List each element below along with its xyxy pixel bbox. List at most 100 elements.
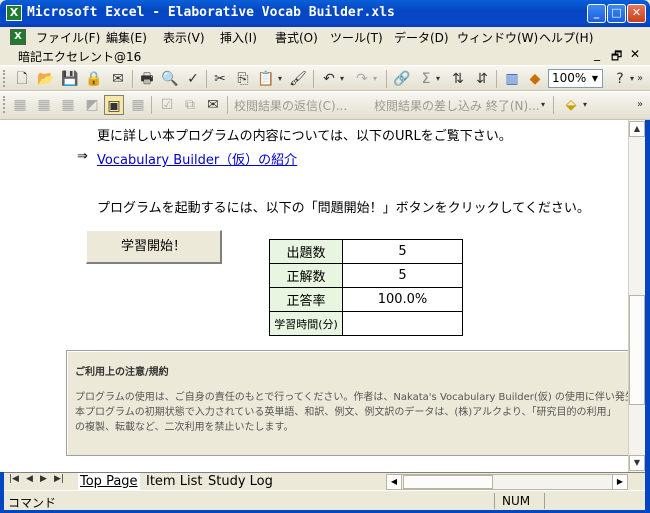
horizontal-scrollbar[interactable]: ◀ ▶ — [386, 474, 628, 490]
print-preview-icon[interactable]: 🔍 — [160, 69, 180, 89]
first-sheet-icon[interactable]: |◀ — [9, 474, 19, 484]
table-row: 正答率 100.0% — [269, 287, 463, 312]
highlight-icon[interactable]: ⬙ — [561, 95, 581, 115]
toolbar-separator — [227, 96, 228, 114]
delete-comment-icon[interactable]: ▦ — [128, 95, 148, 115]
last-sheet-icon[interactable]: ▶| — [54, 474, 64, 484]
scroll-left-icon[interactable]: ◀ — [387, 475, 402, 489]
chevron-down-icon[interactable]: ▼ — [589, 71, 601, 86]
scroll-down-icon[interactable]: ▼ — [629, 455, 645, 471]
copy-icon[interactable]: ⎘ — [233, 69, 253, 89]
menu-data[interactable]: データ(D) — [394, 29, 449, 46]
reviewing-toolbar: ▦ ▦ ▦ ◩ ▣ ▦ ☑ ⧉ ✉ 校閲結果の返信(C)... 校閲結果の差し込… — [0, 91, 650, 120]
intro-link[interactable]: Vocabulary Builder（仮）の紹介 — [97, 149, 297, 168]
menu-format[interactable]: 書式(O) — [275, 29, 318, 46]
scroll-thumb[interactable] — [629, 295, 645, 405]
print-icon[interactable]: 🖶 — [137, 69, 157, 89]
cut-icon[interactable]: ✂ — [210, 69, 230, 89]
previous-comment-icon[interactable]: ▦ — [34, 95, 54, 115]
questions-label: 出題数 — [269, 239, 343, 264]
track-changes-icon[interactable]: ☑ — [157, 95, 177, 115]
correct-label: 正解数 — [269, 263, 343, 288]
paste-icon[interactable]: 📋 — [256, 69, 276, 89]
menu-tools[interactable]: ツール(T) — [330, 29, 383, 46]
spelling-icon[interactable]: ✓ — [183, 69, 203, 89]
zoom-select[interactable]: 100% ▼ — [548, 69, 603, 88]
start-study-button[interactable]: 学習開始！ — [86, 230, 222, 264]
chart-wizard-icon[interactable]: ▥ — [502, 69, 522, 89]
excel-icon[interactable]: X — [6, 5, 22, 21]
workbook-icon[interactable]: X — [10, 29, 26, 45]
toolbar-options-icon[interactable]: » — [634, 95, 646, 115]
format-painter-icon[interactable]: 🖌 — [288, 69, 308, 89]
highlight-dropdown-icon[interactable]: ▾ — [580, 95, 590, 115]
new-document-icon[interactable]: 🗋 — [12, 69, 32, 89]
menu-insert[interactable]: 挿入(I) — [220, 29, 257, 46]
redo-dropdown-icon[interactable]: ▾ — [370, 69, 380, 89]
scroll-up-icon[interactable]: ▲ — [629, 121, 645, 137]
end-review-button[interactable]: 校閲結果の差し込み 終了(N)... — [374, 97, 540, 114]
toolbar-separator — [386, 70, 387, 88]
update-file-icon[interactable]: ⧉ — [180, 95, 200, 115]
title-bar: X Microsoft Excel - Elaborative Vocab Bu… — [0, 0, 650, 27]
maximize-button[interactable]: □ — [607, 4, 626, 23]
undo-dropdown-icon[interactable]: ▾ — [337, 69, 347, 89]
toolbar-options-icon[interactable]: » — [634, 69, 646, 89]
doc-minimize-button[interactable]: _ — [594, 47, 600, 61]
study-time-value[interactable] — [342, 311, 463, 336]
open-folder-icon[interactable]: 📂 — [36, 69, 56, 89]
menu-file[interactable]: ファイル(F) — [36, 29, 100, 46]
undo-icon[interactable]: ↶ — [319, 69, 339, 89]
status-separator — [544, 493, 545, 509]
status-mode: コマンド — [8, 496, 57, 510]
previous-sheet-icon[interactable]: ◀ — [26, 474, 33, 484]
show-all-comments-icon[interactable]: ▣ — [104, 95, 124, 115]
toolbar-grip[interactable] — [3, 70, 6, 87]
accuracy-value[interactable]: 100.0% — [342, 287, 463, 312]
horizontal-scroll-thumb[interactable] — [403, 475, 493, 489]
scroll-right-icon[interactable]: ▶ — [612, 475, 627, 489]
sort-ascending-icon[interactable]: ⇅ — [448, 69, 468, 89]
zoom-value: 100% — [552, 71, 587, 85]
table-row: 正解数 5 — [269, 263, 463, 288]
vertical-scrollbar[interactable]: ▲ ▼ — [628, 120, 645, 472]
correct-value[interactable]: 5 — [342, 263, 463, 288]
close-button[interactable]: ✕ — [627, 4, 646, 23]
redo-icon[interactable]: ↷ — [352, 69, 372, 89]
show-comment-icon[interactable]: ◩ — [82, 95, 102, 115]
drawing-icon[interactable]: ◆ — [525, 69, 545, 89]
email-icon[interactable]: ✉ — [108, 69, 128, 89]
sort-descending-icon[interactable]: ⇵ — [472, 69, 492, 89]
notice-line: 本プログラムの初期状態で入力されている英単語、和訳、例文、例文訳のデータは、(株… — [75, 407, 617, 418]
tab-item-list[interactable]: Item List — [144, 473, 204, 490]
menu-edit[interactable]: 編集(E) — [106, 29, 147, 46]
next-sheet-icon[interactable]: ▶ — [40, 474, 47, 484]
reply-with-changes-button[interactable]: 校閲結果の返信(C)... — [234, 97, 347, 114]
menu-window[interactable]: ウィンドウ(W) — [457, 29, 538, 46]
accuracy-label: 正答率 — [269, 287, 343, 312]
next-comment-icon[interactable]: ▦ — [58, 95, 78, 115]
tab-study-log[interactable]: Study Log — [206, 473, 275, 490]
arrow-icon: ⇒ — [77, 149, 88, 164]
tab-top-page[interactable]: Top Page — [78, 473, 140, 490]
hyperlink-icon[interactable]: 🔗 — [392, 69, 412, 89]
toolbar-grip[interactable] — [3, 96, 6, 113]
permission-icon[interactable]: 🔒 — [84, 69, 104, 89]
autosum-dropdown-icon[interactable]: ▾ — [433, 69, 443, 89]
send-mail-icon[interactable]: ✉ — [203, 95, 223, 115]
doc-close-button[interactable]: ✕ — [630, 47, 640, 61]
questions-value[interactable]: 5 — [342, 239, 463, 264]
status-separator — [494, 493, 495, 509]
save-icon[interactable]: 💾 — [60, 69, 80, 89]
notice-title: ご利用上の注意/規約 — [75, 367, 169, 378]
worksheet[interactable]: 更に詳しい本プログラムの内容については、以下のURLをご覧下さい。 ⇒ Voca… — [0, 120, 628, 472]
study-time-label: 学習時間(分) — [269, 311, 343, 336]
stats-table: 出題数 5 正解数 5 正答率 100.0% 学習時間(分) — [269, 239, 463, 336]
minimize-button[interactable]: _ — [587, 4, 606, 23]
paste-dropdown-icon[interactable]: ▾ — [275, 69, 285, 89]
table-row: 学習時間(分) — [269, 311, 463, 336]
menu-view[interactable]: 表示(V) — [163, 29, 205, 46]
review-dropdown-icon[interactable]: ▾ — [538, 95, 548, 115]
new-comment-icon[interactable]: ▦ — [10, 95, 30, 115]
menu-help[interactable]: ヘルプ(H) — [539, 29, 593, 46]
